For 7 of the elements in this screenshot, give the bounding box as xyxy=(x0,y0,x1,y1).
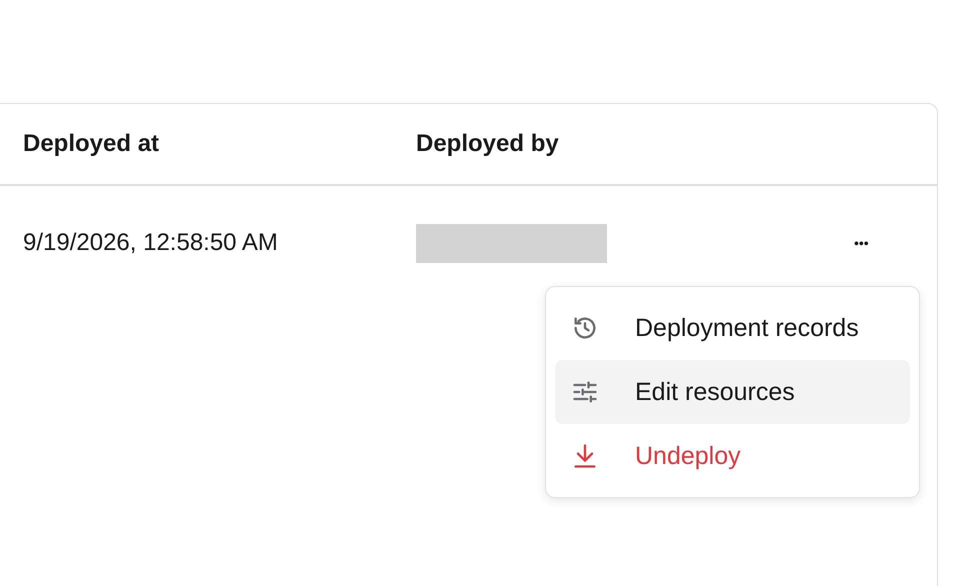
menu-item[interactable]: Edit resources xyxy=(555,360,910,424)
more-button[interactable]: ••• xyxy=(850,233,873,253)
column-header: Deployed at xyxy=(23,130,160,158)
column-header: Deployed by xyxy=(416,130,560,158)
menu-item[interactable]: Deployment records xyxy=(555,296,910,360)
table-cell-text: 9/19/2026, 12:58:50 AM xyxy=(23,229,279,257)
menu-item[interactable]: Undeploy xyxy=(555,424,910,488)
